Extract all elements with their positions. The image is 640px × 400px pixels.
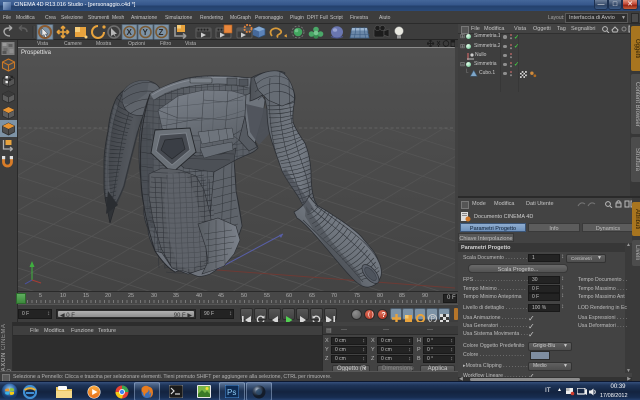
svg-text:X: X bbox=[127, 28, 133, 37]
svg-text:Ps: Ps bbox=[227, 388, 236, 397]
svg-text:Y: Y bbox=[143, 28, 149, 37]
svg-text:Z: Z bbox=[159, 28, 164, 37]
